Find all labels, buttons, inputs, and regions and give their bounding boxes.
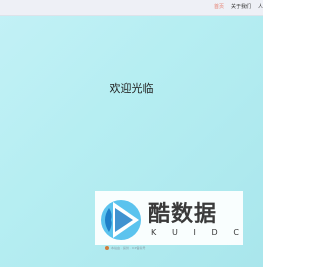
page: 首页 关于我们 人 欢迎光临 酷数据 K U I D C 本站由 · 提供 · … <box>0 0 263 267</box>
brand-letter: K <box>151 228 157 237</box>
brand-name: 酷数据 <box>148 202 218 227</box>
brand-letter: U <box>171 228 178 237</box>
watermark-logo: 酷数据 K U I D C <box>95 191 243 245</box>
top-navbar: 首页 关于我们 人 <box>0 0 263 16</box>
nav-item-about[interactable]: 关于我们 <box>231 4 251 10</box>
brand-letter: I <box>193 228 196 237</box>
brand-letters: K U I D C <box>151 228 239 237</box>
brand-letter: D <box>211 228 218 237</box>
footer: 本站由 · 提供 · ICP备案号 <box>105 246 146 250</box>
nav-item-home[interactable]: 首页 <box>214 4 224 10</box>
nav-item-truncated[interactable]: 人 <box>258 4 263 10</box>
welcome-heading: 欢迎光临 <box>109 82 154 95</box>
main-nav: 首页 关于我们 人 <box>214 4 263 10</box>
police-badge-icon <box>105 246 109 250</box>
brand-letter: C <box>233 228 239 237</box>
play-triangle-icon <box>101 200 141 240</box>
footer-text[interactable]: 本站由 · 提供 · ICP备案号 <box>111 246 146 250</box>
